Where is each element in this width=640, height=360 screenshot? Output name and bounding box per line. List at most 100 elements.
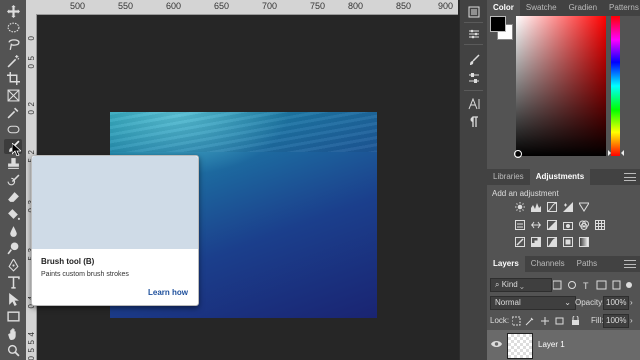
path-select-icon[interactable] xyxy=(4,292,22,307)
color-picker-marker[interactable] xyxy=(514,150,522,158)
tab-patterns[interactable]: Patterns xyxy=(603,0,640,16)
hue-slider[interactable] xyxy=(611,16,620,156)
zoom-tool-icon[interactable] xyxy=(4,343,22,358)
blend-mode-dropdown[interactable]: Normal ⌄ xyxy=(490,296,576,310)
ruler-label: 2 xyxy=(27,102,36,107)
invert-icon[interactable] xyxy=(515,237,525,247)
layers-panel-tabs: Layers Channels Paths xyxy=(487,256,640,272)
photo-filter-icon[interactable] xyxy=(563,220,573,230)
ruler-label: 850 xyxy=(396,1,412,11)
ruler-label: 5 xyxy=(27,340,36,345)
eyedropper-icon[interactable] xyxy=(4,105,22,120)
lock-icons[interactable] xyxy=(512,316,582,326)
panel-menu-icon[interactable] xyxy=(624,173,636,181)
hue-saturation-icon[interactable] xyxy=(515,220,525,230)
history-brush-icon[interactable] xyxy=(4,173,22,188)
move-tool-icon[interactable] xyxy=(4,4,22,19)
color-picker-field[interactable] xyxy=(516,16,606,156)
crop-tool-icon[interactable] xyxy=(4,71,22,86)
color-balance-icon[interactable] xyxy=(531,220,541,230)
tab-gradients[interactable]: Gradien xyxy=(563,0,603,16)
kind-filter-label: Kind xyxy=(501,280,518,289)
layer-row[interactable]: Layer 1 xyxy=(487,330,640,360)
adjustment-icons-row-2 xyxy=(515,220,605,230)
brushes-panel-icon[interactable] xyxy=(466,70,481,85)
layer-filter-row: ⌕ Kind ⌄ T xyxy=(487,277,640,293)
gradient-map-icon[interactable] xyxy=(579,237,589,247)
lasso-tool-icon[interactable] xyxy=(4,37,22,52)
opacity-label: Opacity: xyxy=(575,298,605,307)
black-white-icon[interactable] xyxy=(547,220,557,230)
layer-thumbnail[interactable] xyxy=(507,333,533,359)
pen-tool-icon[interactable] xyxy=(4,258,22,273)
dodge-tool-icon[interactable] xyxy=(4,241,22,256)
search-icon: ⌕ xyxy=(495,280,500,289)
tab-layers[interactable]: Layers xyxy=(487,256,525,272)
opacity-input[interactable]: 100% xyxy=(603,296,629,310)
ruler-label: 700 xyxy=(262,1,278,11)
ruler-label: 500 xyxy=(70,1,86,11)
posterize-icon[interactable] xyxy=(531,237,541,247)
learn-how-link[interactable]: Learn how xyxy=(148,288,188,297)
threshold-icon[interactable] xyxy=(547,237,557,247)
brightness-icon[interactable] xyxy=(515,202,525,212)
frame-tool-icon[interactable] xyxy=(4,88,22,103)
svg-text:T: T xyxy=(583,281,589,290)
ruler-label: 0 xyxy=(27,110,36,115)
exposure-icon[interactable] xyxy=(563,202,573,212)
tab-swatches[interactable]: Swatche xyxy=(520,0,563,16)
eye-visibility-icon[interactable] xyxy=(491,340,502,348)
strip-divider xyxy=(464,90,483,91)
hand-tool-icon[interactable] xyxy=(4,326,22,341)
panel-menu-icon[interactable] xyxy=(624,260,636,268)
tab-color[interactable]: Color xyxy=(487,0,520,16)
character-panel-icon[interactable] xyxy=(466,96,481,111)
properties-panel-icon[interactable] xyxy=(466,26,481,41)
blend-mode-value: Normal xyxy=(495,298,521,307)
levels-icon[interactable] xyxy=(531,202,541,212)
layer-name[interactable]: Layer 1 xyxy=(538,340,565,349)
curves-icon[interactable] xyxy=(547,202,557,212)
brush-settings-icon[interactable] xyxy=(466,52,481,67)
ruler-label: 5 xyxy=(27,56,36,61)
eraser-icon[interactable] xyxy=(4,190,22,205)
vibrance-icon[interactable] xyxy=(579,202,589,212)
marquee-tool-icon[interactable] xyxy=(4,20,22,35)
adjustment-icons-row-1 xyxy=(515,202,605,212)
ruler-label: 900 xyxy=(438,1,454,11)
hue-slider-handle-right[interactable] xyxy=(621,150,624,156)
add-adjustment-label: Add an adjustment xyxy=(492,189,559,198)
lock-label: Lock: xyxy=(490,316,510,325)
type-tool-icon[interactable] xyxy=(4,275,22,290)
paragraph-panel-icon[interactable] xyxy=(466,114,481,129)
foreground-color-swatch[interactable] xyxy=(490,16,506,32)
tooltip-preview-image xyxy=(32,156,198,249)
blur-tool-icon[interactable] xyxy=(4,224,22,239)
selective-color-icon[interactable] xyxy=(563,237,573,247)
color-lookup-icon[interactable] xyxy=(595,220,605,230)
fill-input[interactable]: 100% xyxy=(603,314,629,328)
layer-filter-icons[interactable]: T xyxy=(553,280,633,290)
chevron-down-icon: ⌄ xyxy=(564,298,571,307)
ruler-label: 2 xyxy=(27,150,36,155)
magic-wand-icon[interactable] xyxy=(4,54,22,69)
tab-libraries[interactable]: Libraries xyxy=(487,169,530,185)
fill-chevron-icon[interactable]: › xyxy=(630,316,633,325)
paint-bucket-icon[interactable] xyxy=(4,207,22,222)
channel-mixer-icon[interactable] xyxy=(579,220,589,230)
fill-label: Fill: xyxy=(591,316,604,325)
rectangle-tool-icon[interactable] xyxy=(4,309,22,324)
kind-filter-dropdown[interactable]: ⌕ Kind ⌄ xyxy=(490,278,552,292)
healing-brush-icon[interactable] xyxy=(4,122,22,137)
hue-slider-handle-left[interactable] xyxy=(608,150,611,156)
tab-channels[interactable]: Channels xyxy=(525,256,571,272)
history-panel-icon[interactable] xyxy=(466,4,481,19)
water-ripples xyxy=(110,112,377,152)
stamp-tool-icon[interactable] xyxy=(4,156,22,171)
ruler-label: 0 xyxy=(27,64,36,69)
mouse-cursor-icon xyxy=(12,143,21,156)
tab-paths[interactable]: Paths xyxy=(571,256,603,272)
opacity-chevron-icon[interactable]: › xyxy=(630,298,633,307)
ruler-label: 0 xyxy=(27,36,36,41)
tab-adjustments[interactable]: Adjustments xyxy=(529,169,591,185)
